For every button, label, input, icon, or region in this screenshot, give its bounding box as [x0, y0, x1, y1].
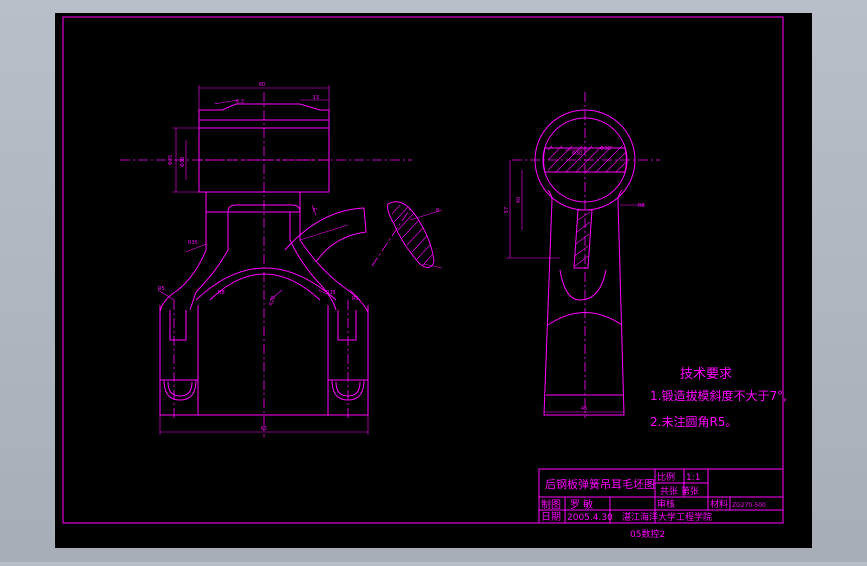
title-sheet-label: 共张 第张 — [660, 485, 699, 497]
dim-h2: Φ38 — [180, 157, 186, 167]
dim-side-w: 40 — [516, 197, 522, 203]
dim-side-r: Φ30 — [572, 151, 582, 157]
dim-r3: R8 — [218, 290, 225, 296]
dim-side-r2: R8 — [638, 203, 645, 209]
tech-item-1: 1.锻造拔模斜度不大于7°, — [650, 388, 787, 403]
title-date-label: 日期 — [541, 511, 561, 523]
tech-item-2: 2.未注圆角R5。 — [650, 414, 737, 429]
title-part-name: 后钢板弹簧吊耳毛坯图 — [545, 477, 655, 491]
dim-top-width: 60 — [259, 82, 265, 88]
title-scale-value: 1:1 — [686, 473, 700, 483]
dim-r2: R5 — [158, 286, 165, 292]
title-school: 湛江海洋大学工程学院 — [622, 511, 712, 523]
title-drawn-label: 制图 — [541, 498, 561, 511]
title-material-label: 材料 — [710, 498, 728, 510]
title-drawn-name: 罗 敏 — [570, 498, 593, 511]
drawing-canvas: 60 6.3 15 Φ35 Φ38 R35 R5 R8 R20 R35 R5 6… — [55, 13, 812, 548]
drawing-sheet — [55, 13, 812, 548]
dim-c1: R35 — [326, 290, 336, 296]
dim-slot: 15 — [313, 95, 319, 101]
dim-bottom: 65 — [261, 426, 267, 432]
tech-heading: 技术要求 — [680, 367, 732, 382]
dim-h1: Φ35 — [168, 155, 174, 165]
dim-rough: 6.3 — [236, 99, 244, 105]
title-class: 05数控2 — [630, 528, 665, 540]
dim-side-h: 57 — [504, 207, 510, 213]
dim-c2: R5 — [352, 296, 359, 302]
dim-angle: 7° — [312, 208, 318, 214]
cad-viewport[interactable]: 60 6.3 15 Φ35 Φ38 R35 R5 R8 R20 R35 R5 6… — [0, 0, 867, 562]
title-checked-label: 审核 — [657, 498, 675, 510]
dim-side-b: 46 — [581, 406, 587, 412]
dim-sect: 8 — [436, 208, 439, 214]
title-scale-label: 比例 — [657, 471, 675, 483]
title-date-value: 2005.4.30 — [567, 513, 613, 523]
title-material-value: ZG270-500 — [732, 502, 766, 509]
dim-side-d: Φ36 — [600, 146, 610, 152]
dim-r1: R35 — [188, 240, 198, 246]
